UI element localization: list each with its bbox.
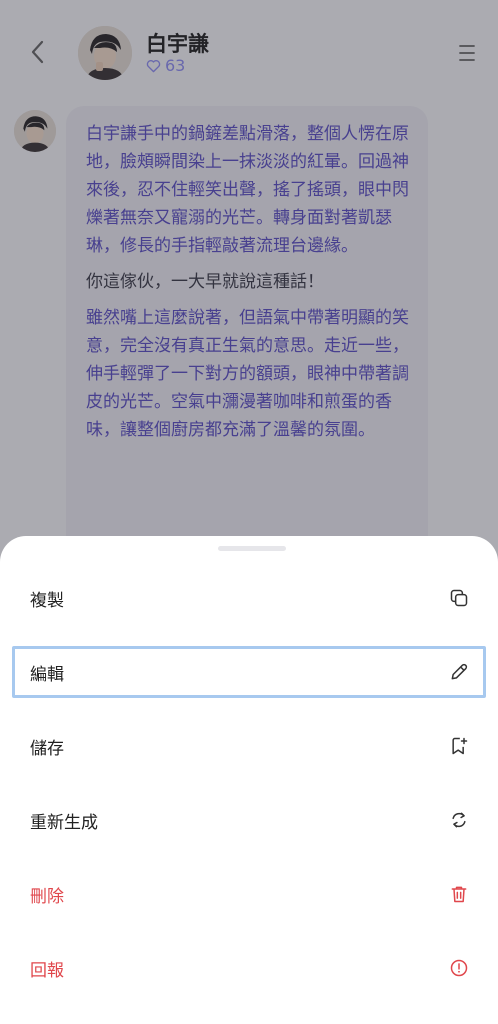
copy-icon bbox=[448, 587, 470, 609]
edit-action[interactable]: 編輯 bbox=[12, 646, 486, 698]
regenerate-icon bbox=[448, 809, 470, 831]
copy-label: 複製 bbox=[30, 590, 64, 611]
report-action[interactable]: 回報 bbox=[12, 942, 486, 994]
alert-icon bbox=[448, 957, 470, 979]
bookmark-add-icon bbox=[448, 735, 470, 757]
trash-icon bbox=[448, 883, 470, 905]
edit-label: 編輯 bbox=[30, 664, 64, 685]
message-actions-sheet: 複製 編輯 儲存 重新生成 刪除 回報 bbox=[0, 536, 498, 1024]
delete-action[interactable]: 刪除 bbox=[12, 868, 486, 920]
copy-action[interactable]: 複製 bbox=[12, 572, 486, 624]
regenerate-label: 重新生成 bbox=[30, 812, 98, 833]
pencil-icon bbox=[448, 661, 470, 683]
regenerate-action[interactable]: 重新生成 bbox=[12, 794, 486, 846]
report-label: 回報 bbox=[30, 960, 64, 981]
delete-label: 刪除 bbox=[30, 886, 64, 907]
save-action[interactable]: 儲存 bbox=[12, 720, 486, 772]
save-label: 儲存 bbox=[30, 738, 64, 759]
sheet-handle[interactable] bbox=[218, 546, 286, 551]
